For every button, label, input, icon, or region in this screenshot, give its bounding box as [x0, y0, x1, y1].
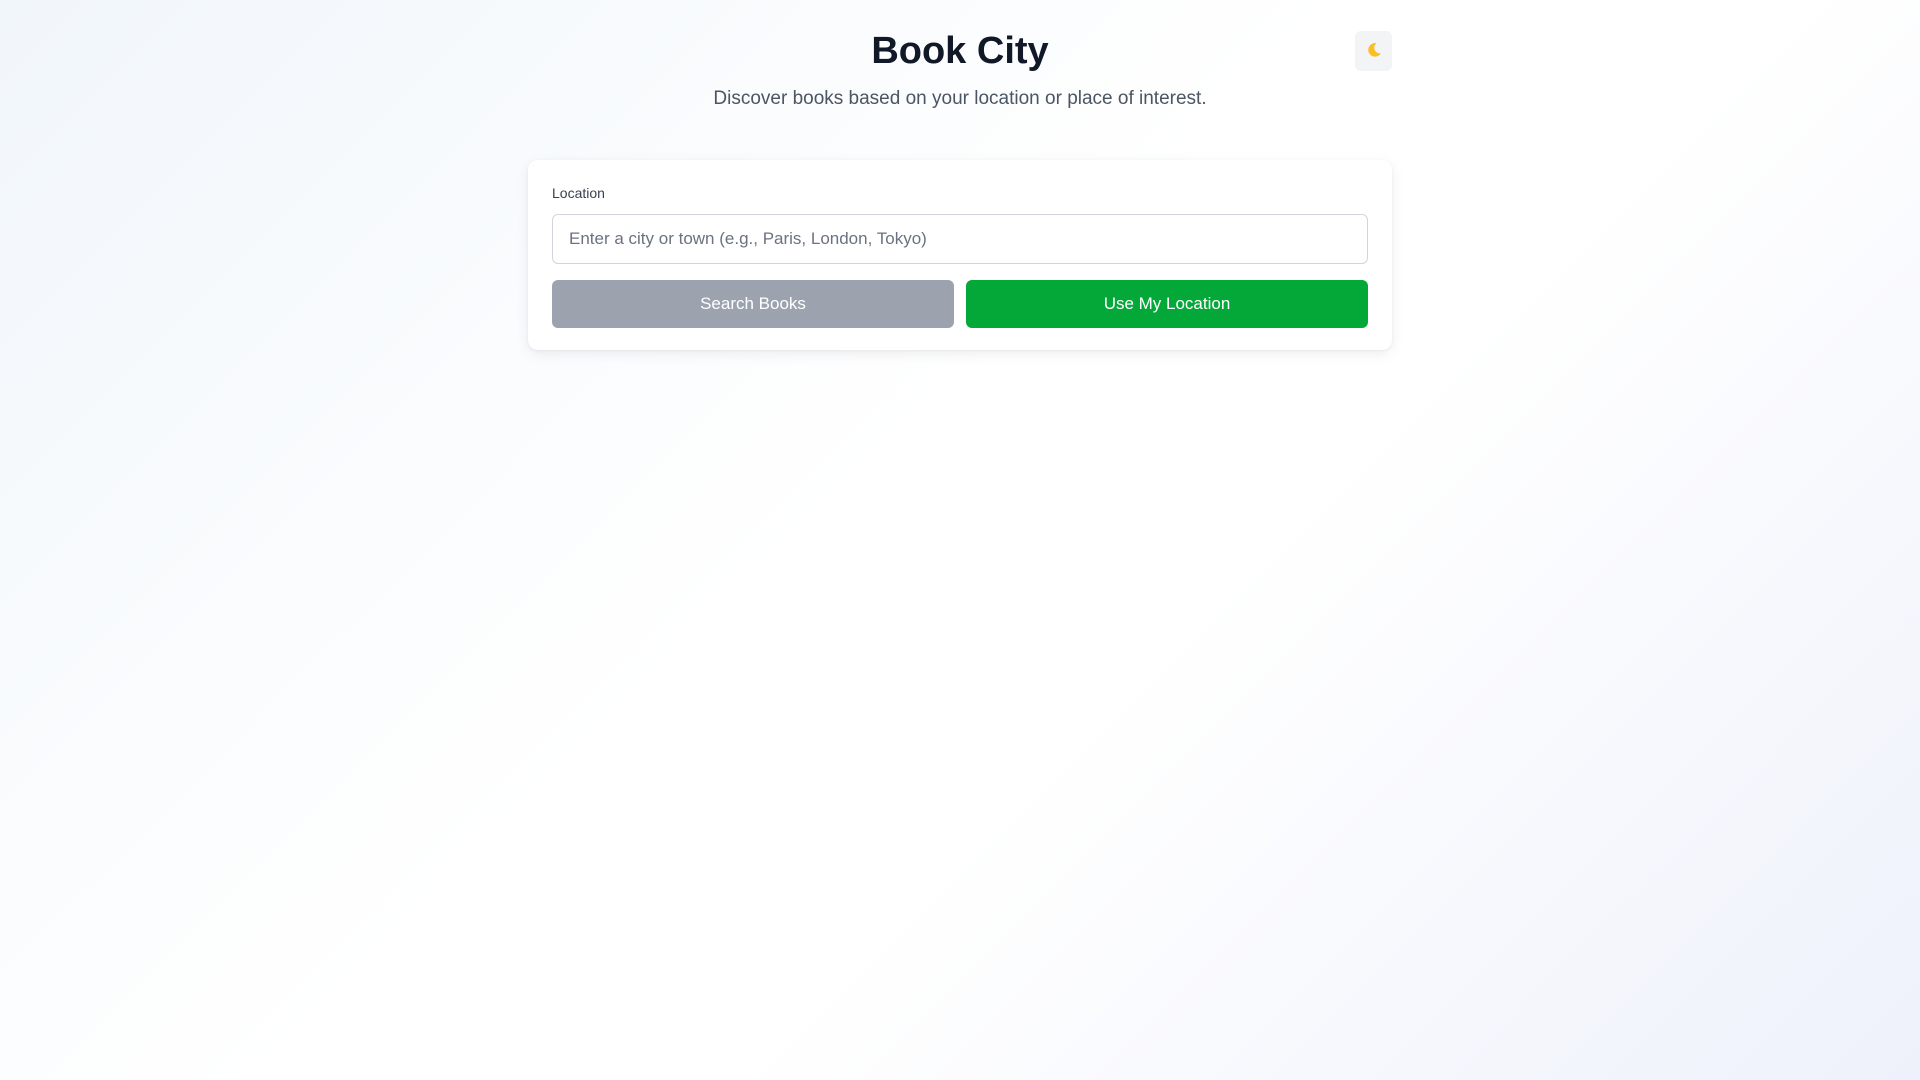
search-actions: Search Books Use My Location	[552, 280, 1368, 328]
search-books-button[interactable]: Search Books	[552, 280, 954, 328]
moon-icon	[1366, 42, 1382, 61]
page-container: Book City Discover books based on your l…	[528, 0, 1392, 350]
location-label: Location	[552, 185, 605, 201]
search-card: Location Search Books Use My Location	[528, 160, 1392, 350]
page-subtitle: Discover books based on your location or…	[713, 88, 1207, 109]
page-header: Book City Discover books based on your l…	[528, 0, 1392, 112]
location-input[interactable]	[552, 214, 1368, 264]
use-my-location-button[interactable]: Use My Location	[966, 280, 1368, 328]
page-title: Book City	[871, 30, 1049, 72]
theme-toggle-button[interactable]	[1355, 31, 1392, 71]
